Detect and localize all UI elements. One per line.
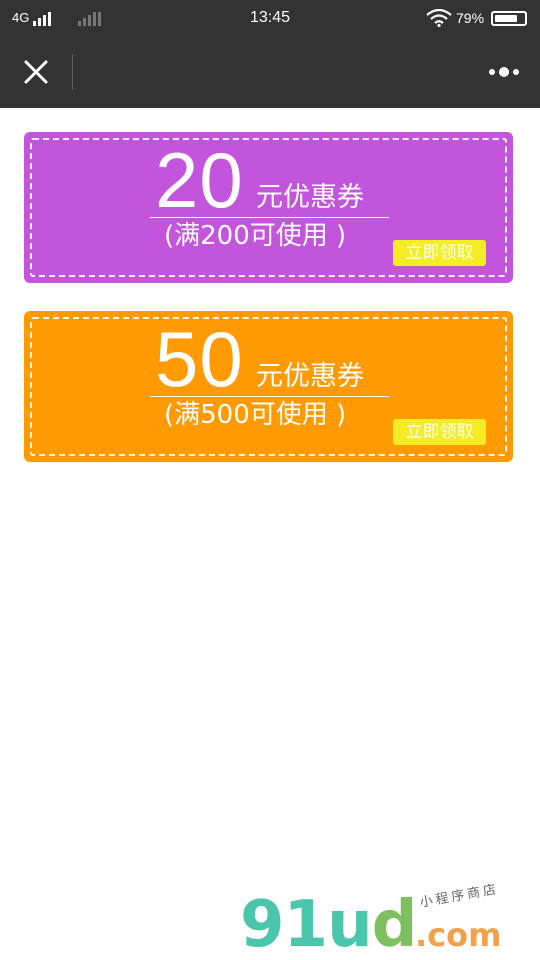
- coupon-amount: 20: [155, 136, 244, 224]
- coupon-card-50: 50 元优惠券 (满500可使用 ) 立即领取: [24, 311, 513, 462]
- nav-bar: [0, 36, 540, 108]
- coupon-card-20: 20 元优惠券 (满200可使用 ) 立即领取: [24, 132, 513, 283]
- coupon-unit: 元优惠券: [256, 361, 364, 392]
- close-icon[interactable]: [16, 52, 56, 92]
- coupon-unit: 元优惠券: [256, 182, 364, 213]
- claim-button[interactable]: 立即领取: [393, 419, 486, 445]
- claim-button[interactable]: 立即领取: [393, 240, 486, 266]
- battery-percent: 79%: [456, 10, 485, 26]
- coupon-condition: (满500可使用 ): [164, 400, 347, 430]
- battery-fill: [495, 15, 518, 22]
- battery-icon: [491, 11, 527, 26]
- watermark-dotcom: .com: [415, 916, 502, 954]
- coupon-amount: 50: [155, 315, 244, 403]
- watermark-logo-part1: 91u: [240, 888, 373, 960]
- nav-divider: [72, 54, 73, 90]
- coupon-divider: [150, 217, 389, 218]
- watermark-logo: 91ud: [240, 888, 418, 960]
- more-dots-icon[interactable]: [480, 58, 528, 86]
- wifi-icon: [426, 9, 452, 27]
- watermark-logo-part2: d: [371, 888, 418, 960]
- coupon-condition: (满200可使用 ): [164, 221, 347, 251]
- status-bar: 4G 13:45 79%: [0, 0, 540, 36]
- watermark-tagline: 小程序商店: [418, 882, 501, 911]
- coupon-divider: [150, 396, 389, 397]
